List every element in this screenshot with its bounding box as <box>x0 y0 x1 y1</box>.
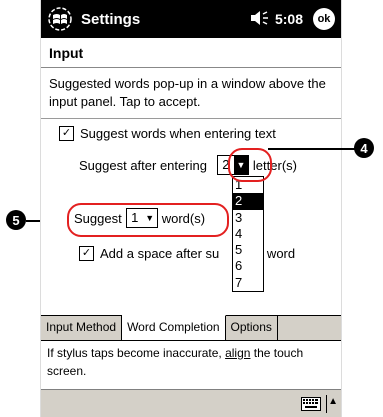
menu-separator <box>326 395 327 413</box>
callout-highlight-4 <box>228 148 272 182</box>
tab-word-completion[interactable]: Word Completion <box>122 315 226 340</box>
add-space-label-start: Add a space after su <box>100 246 220 261</box>
suggest-words-row[interactable]: ✓ Suggest words when entering text <box>59 126 276 141</box>
page-title: Input <box>41 38 341 68</box>
dropdown-option[interactable]: 3 <box>233 210 263 226</box>
suggest-words-label: Suggest words when entering text <box>80 126 276 141</box>
footer-text-before: If stylus taps become inaccurate, <box>47 346 226 360</box>
divider <box>41 118 341 119</box>
tab-input-method[interactable]: Input Method <box>41 316 123 340</box>
letters-count-dropdown-list[interactable]: 1234567 <box>232 176 264 293</box>
dropdown-option[interactable]: 4 <box>233 226 263 242</box>
ok-button[interactable]: ok <box>313 8 335 30</box>
dropdown-option[interactable]: 5 <box>233 242 263 258</box>
title-bar: Settings 5:08 ok <box>41 0 341 38</box>
callout-line-4 <box>268 148 356 150</box>
suggest-words-checkbox[interactable]: ✓ <box>59 126 74 141</box>
keyboard-icon[interactable] <box>301 397 321 411</box>
clock[interactable]: 5:08 <box>275 11 303 27</box>
tab-bar: Input Method Word Completion Options <box>41 315 341 341</box>
start-menu-icon[interactable] <box>45 6 75 32</box>
footer-hint: If stylus taps become inaccurate, align … <box>47 344 337 380</box>
speaker-icon[interactable] <box>250 10 270 28</box>
dropdown-option[interactable]: 7 <box>233 275 263 291</box>
add-space-checkbox[interactable]: ✓ <box>79 246 94 261</box>
callout-badge-5: 5 <box>6 210 26 230</box>
callout-highlight-5 <box>67 203 229 237</box>
dropdown-option[interactable]: 2 <box>233 193 263 210</box>
suggest-after-label: Suggest after entering <box>79 157 207 173</box>
tab-options[interactable]: Options <box>226 316 278 340</box>
menu-bar: ▲ <box>41 389 341 417</box>
device-screen: Settings 5:08 ok Input Suggested words p… <box>40 0 342 417</box>
callout-badge-4: 4 <box>354 138 374 158</box>
align-link[interactable]: align <box>225 346 250 360</box>
input-panel-toggle-icon[interactable]: ▲ <box>328 396 338 407</box>
app-title: Settings <box>81 10 141 28</box>
dropdown-option[interactable]: 6 <box>233 258 263 274</box>
page-description: Suggested words pop-up in a window above… <box>49 76 326 109</box>
